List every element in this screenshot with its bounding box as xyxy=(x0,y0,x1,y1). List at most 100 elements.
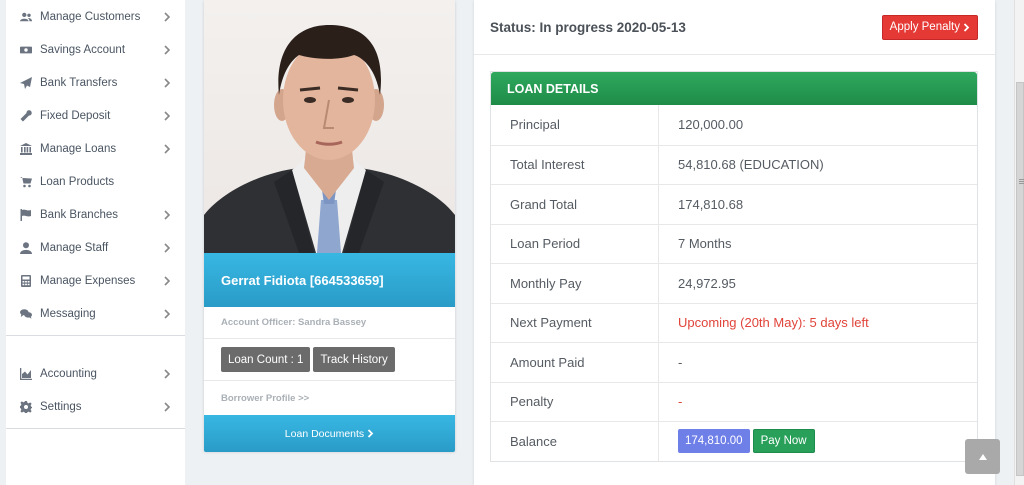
user-icon xyxy=(19,241,33,254)
borrower-profile-card: Gerrat Fidiota [664533659] Account Offic… xyxy=(204,0,455,452)
sidebar-item-label: Manage Staff xyxy=(40,241,109,254)
balance-cell: 174,810.00 Pay Now xyxy=(659,422,977,461)
sidebar-item-label: Fixed Deposit xyxy=(40,109,111,122)
sidebar-primary-nav: Manage Customers Savings Account Bank Tran… xyxy=(6,0,185,330)
bank-icon xyxy=(19,142,33,155)
loan-documents-button[interactable]: Loan Documents xyxy=(204,415,455,452)
cart-icon xyxy=(19,176,33,188)
loan-detail-row: Principal 120,000.00 xyxy=(491,105,977,145)
apply-penalty-button[interactable]: Apply Penalty xyxy=(881,14,978,40)
loan-detail-value: 7 Months xyxy=(678,236,732,252)
gear-icon xyxy=(19,400,33,413)
chevron-up-icon xyxy=(978,453,987,460)
flag-icon xyxy=(19,208,33,221)
loan-count-button[interactable]: Loan Count : 1 xyxy=(221,347,311,372)
loan-detail-key: Total Interest xyxy=(491,145,659,184)
chevron-right-icon xyxy=(163,143,171,154)
sidebar-item-manage-loans[interactable]: Manage Loans xyxy=(6,132,185,165)
loan-detail-value: 54,810.68 (EDUCATION) xyxy=(678,157,824,173)
sidebar-item-label: Messaging xyxy=(40,307,96,320)
sidebar-item-loan-products[interactable]: Loan Products xyxy=(6,165,185,198)
page-scrollbar[interactable] xyxy=(1014,0,1024,485)
scrollbar-thumb[interactable] xyxy=(1016,82,1024,476)
loan-detail-key: Amount Paid xyxy=(491,343,659,382)
sidebar-item-manage-expenses[interactable]: Manage Expenses xyxy=(6,264,185,297)
loan-detail-row: Penalty - xyxy=(491,381,977,421)
track-history-button[interactable]: Track History xyxy=(313,347,395,372)
loan-detail-row: Monthly Pay 24,972.95 xyxy=(491,263,977,303)
sidebar-item-label: Manage Customers xyxy=(40,10,141,23)
loan-detail-row: Grand Total 174,810.68 xyxy=(491,184,977,224)
balance-badge: 174,810.00 xyxy=(678,429,750,454)
loan-panel: Status: In progress 2020-05-13 Apply Pen… xyxy=(474,0,995,485)
loan-detail-value: 120,000.00 xyxy=(678,117,744,133)
chevron-right-icon xyxy=(163,209,171,220)
scrollbar-grip xyxy=(1019,179,1024,180)
paper-plane-icon xyxy=(19,76,33,89)
loan-detail-key: Penalty xyxy=(491,382,659,421)
chevron-right-icon xyxy=(163,275,171,286)
borrower-profile-link[interactable]: Borrower Profile >> xyxy=(204,381,455,415)
sidebar-item-bank-transfers[interactable]: Bank Transfers xyxy=(6,66,185,99)
chevron-right-icon xyxy=(163,44,171,55)
chevron-right-icon xyxy=(163,242,171,253)
comments-icon xyxy=(19,308,33,320)
chevron-right-icon xyxy=(963,22,970,32)
sidebar: Manage Customers Savings Account Bank Tran… xyxy=(6,0,185,485)
loan-detail-row: Next Payment Upcoming (20th May): 5 days … xyxy=(491,302,977,342)
sidebar-divider xyxy=(6,428,185,429)
sidebar-item-messaging[interactable]: Messaging xyxy=(6,297,185,330)
loan-detail-value: 174,810.68 xyxy=(678,196,744,212)
sidebar-item-manage-staff[interactable]: Manage Staff xyxy=(6,231,185,264)
loan-detail-key: Grand Total xyxy=(491,185,659,224)
chevron-right-icon xyxy=(163,11,171,22)
loan-detail-value: Upcoming (20th May): 5 days left xyxy=(678,315,869,331)
chevron-right-icon xyxy=(163,308,171,319)
sidebar-item-accounting[interactable]: Accounting xyxy=(6,357,185,390)
loan-detail-row: Total Interest 54,810.68 (EDUCATION) xyxy=(491,144,977,184)
sidebar-item-savings-account[interactable]: Savings Account xyxy=(6,33,185,66)
sidebar-item-label: Settings xyxy=(40,400,82,413)
sidebar-divider xyxy=(6,335,185,336)
loan-detail-value: - xyxy=(678,354,683,370)
chevron-right-icon xyxy=(163,110,171,121)
loan-detail-value: 24,972.95 xyxy=(678,275,736,291)
loan-details-box: LOAN DETAILS Principal 120,000.00 Total In… xyxy=(490,71,978,462)
chevron-right-icon xyxy=(163,401,171,412)
sidebar-item-manage-customers[interactable]: Manage Customers xyxy=(6,0,185,33)
sidebar-item-label: Accounting xyxy=(40,367,97,380)
scrollbar-grip xyxy=(1019,183,1024,184)
loan-details-title: LOAN DETAILS xyxy=(491,72,977,105)
scrollbar-grip xyxy=(1019,181,1024,182)
sidebar-item-label: Bank Branches xyxy=(40,208,118,221)
scroll-to-top-button[interactable] xyxy=(965,439,1000,474)
chevron-right-icon xyxy=(163,77,171,88)
loan-detail-key: Loan Period xyxy=(491,224,659,263)
loan-actions: Loan Count : 1 Track History xyxy=(204,339,455,381)
loan-status: Status: In progress 2020-05-13 xyxy=(490,19,686,35)
sidebar-item-settings[interactable]: Settings xyxy=(6,390,185,423)
calculator-icon xyxy=(19,274,33,287)
loan-detail-key: Next Payment xyxy=(491,303,659,342)
chevron-right-icon xyxy=(368,429,374,438)
borrower-photo xyxy=(204,0,455,253)
wrench-icon xyxy=(19,109,33,122)
loan-detail-row: Loan Period 7 Months xyxy=(491,223,977,263)
loan-detail-value: - xyxy=(678,394,683,410)
sidebar-item-label: Manage Loans xyxy=(40,142,117,155)
sidebar-item-fixed-deposit[interactable]: Fixed Deposit xyxy=(6,99,185,132)
loan-detail-row: Balance 174,810.00 Pay Now xyxy=(491,421,977,461)
status-row: Status: In progress 2020-05-13 Apply Pen… xyxy=(474,0,995,55)
loan-documents-label: Loan Documents xyxy=(284,427,365,440)
money-icon xyxy=(19,44,33,56)
sidebar-item-bank-branches[interactable]: Bank Branches xyxy=(6,198,185,231)
loan-details-table: Principal 120,000.00 Total Interest 54,810.… xyxy=(491,105,977,461)
sidebar-item-label: Savings Account xyxy=(40,43,126,56)
portrait-image xyxy=(204,25,455,253)
sidebar-item-label: Bank Transfers xyxy=(40,76,118,89)
apply-penalty-label: Apply Penalty xyxy=(889,21,960,33)
pay-now-button[interactable]: Pay Now xyxy=(752,429,815,454)
loan-detail-row: Amount Paid - xyxy=(491,342,977,382)
sidebar-secondary-nav: Accounting Settings xyxy=(6,357,185,423)
sidebar-item-label: Manage Expenses xyxy=(40,274,136,287)
